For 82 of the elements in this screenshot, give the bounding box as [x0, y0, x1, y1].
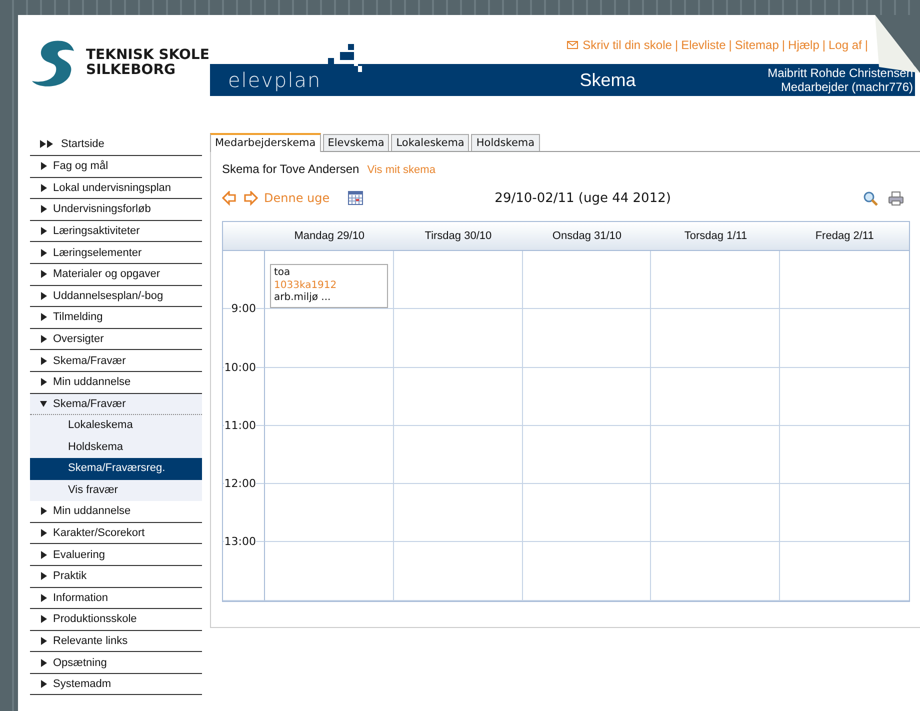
- nav-item[interactable]: Undervisningsforløb: [30, 199, 202, 221]
- day-header: Mandag 29/10: [265, 222, 394, 251]
- mail-icon: [566, 41, 578, 49]
- next-arrow-icon[interactable]: [243, 190, 258, 206]
- triangle-down-icon: [40, 400, 47, 408]
- triangle-right-icon: [40, 615, 47, 624]
- day-header: Torsdag 1/11: [651, 222, 780, 251]
- time-label: 13:00: [224, 535, 256, 548]
- link-separator: |: [728, 38, 732, 52]
- triangle-right-icon: [40, 292, 47, 300]
- triangle-right-icon: [40, 529, 47, 538]
- triangle-right-icon: [40, 636, 47, 645]
- link-separator: |: [674, 38, 678, 52]
- page-title: Skema: [578, 70, 637, 90]
- nav-item[interactable]: Lokal undervisningsplan: [30, 178, 202, 200]
- double-arrow-icon: [40, 140, 54, 148]
- link-separator: |: [864, 38, 868, 52]
- tab[interactable]: Medarbejderskema: [210, 133, 321, 152]
- day-header: Fredag 2/11: [780, 222, 909, 251]
- nav-item[interactable]: Startside: [30, 132, 202, 156]
- triangle-right-icon: [40, 550, 47, 559]
- nav-item[interactable]: Relevante links: [30, 630, 202, 652]
- triangle-right-icon: [40, 356, 47, 365]
- nav-item[interactable]: Tilmelding: [30, 307, 202, 329]
- nav-item[interactable]: Karakter/Scorekort: [30, 522, 202, 544]
- nav-subitem[interactable]: Lokaleskema: [30, 415, 202, 437]
- nav-item[interactable]: Praktik: [30, 566, 202, 588]
- nav-item[interactable]: Skema/Fravær: [30, 350, 202, 372]
- triangle-right-icon: [40, 378, 47, 386]
- event-text: arb.miljø ...: [274, 292, 332, 304]
- schedule-heading: Skema for Tove Andersen: [222, 162, 360, 176]
- nav-item[interactable]: Opsætning: [30, 652, 202, 674]
- printer-icon[interactable]: [888, 190, 904, 206]
- triangle-right-icon: [40, 313, 47, 322]
- triangle-right-icon: [40, 594, 47, 602]
- triangle-right-icon: [40, 658, 47, 667]
- nav-item[interactable]: Min uddannelse: [30, 501, 202, 523]
- previous-arrow-icon[interactable]: [222, 190, 237, 206]
- tab[interactable]: Lokaleskema: [391, 134, 470, 151]
- search-icon[interactable]: [863, 190, 878, 206]
- nav-item[interactable]: Læringselementer: [30, 242, 202, 264]
- event-card[interactable]: toa 1033ka1912 arb.miljø ...: [270, 264, 388, 308]
- triangle-right-icon: [40, 227, 47, 236]
- triangle-right-icon: [40, 507, 47, 516]
- triangle-right-icon: [40, 162, 47, 170]
- nav-subitem[interactable]: Holdskema: [30, 436, 202, 458]
- triangle-right-icon: [40, 248, 47, 257]
- nav-item[interactable]: Materialer og opgaver: [30, 264, 202, 286]
- triangle-right-icon: [40, 335, 47, 344]
- time-label: 11:00: [224, 418, 256, 432]
- triangle-right-icon: [40, 680, 47, 688]
- user-role: Medarbejder (machr776): [780, 80, 913, 94]
- nav-item[interactable]: Fag og mål: [30, 156, 202, 178]
- school-name: TEKNISK SKOLE SILKEBORG: [86, 48, 210, 78]
- link-separator: |: [822, 38, 826, 52]
- nav-item[interactable]: Skema/Fravær: [30, 394, 202, 416]
- time-label: 10:00: [224, 360, 256, 374]
- time-label: 9:00: [231, 302, 256, 316]
- triangle-right-icon: [40, 184, 47, 192]
- nav-item[interactable]: Oversigter: [30, 328, 202, 350]
- day-header: Onsdag 31/10: [522, 222, 652, 251]
- triangle-right-icon: [40, 572, 47, 580]
- day-header: Tirsdag 30/10: [394, 222, 523, 251]
- event-title: toa: [274, 267, 292, 280]
- nav-item[interactable]: Evaluering: [30, 544, 202, 566]
- nav-item[interactable]: Systemadm: [30, 674, 202, 696]
- nav-item[interactable]: Produktionsskole: [30, 609, 202, 631]
- event-code: 1033ka1912: [274, 280, 338, 292]
- link-separator: |: [782, 38, 786, 52]
- brand-wordmark: elevplan: [228, 68, 322, 92]
- triangle-right-icon: [40, 270, 47, 278]
- time-label: 12:00: [224, 477, 256, 490]
- nav-item[interactable]: Uddannelsesplan/-bog: [30, 286, 202, 308]
- week-range: 29/10-02/11 (uge 44 2012): [494, 190, 672, 206]
- tab[interactable]: Holdskema: [471, 134, 540, 151]
- triangle-right-icon: [40, 205, 47, 214]
- nav-subitem[interactable]: Vis fravær: [30, 480, 202, 502]
- nav-item[interactable]: Læringsaktiviteter: [30, 220, 202, 242]
- calendar-icon[interactable]: [348, 191, 363, 205]
- tab[interactable]: Elevskema: [322, 134, 390, 151]
- nav-subitem[interactable]: Skema/Fraværsreg.: [30, 458, 202, 480]
- nav-item[interactable]: Information: [30, 588, 202, 610]
